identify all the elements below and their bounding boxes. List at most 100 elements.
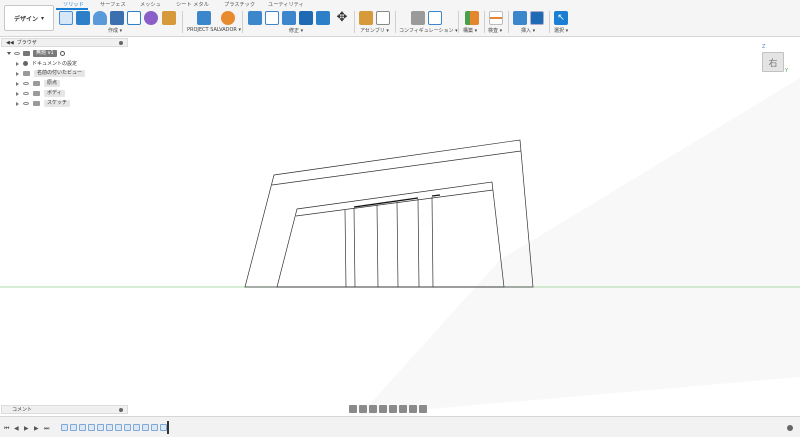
configure-menu[interactable]: コンフィギュレーション ▾ (399, 27, 458, 34)
expand-icon[interactable] (7, 52, 11, 55)
design-canvas[interactable] (0, 38, 800, 415)
panel-line (417, 198, 420, 288)
display-settings-icon[interactable] (399, 404, 407, 413)
viewports-icon[interactable] (419, 404, 427, 413)
toolbar: デザイン ▾ ソリッド サーフェス メッシュ シート メタル プラスチック ユー… (0, 0, 800, 37)
create-menu[interactable]: 作成 ▾ (108, 27, 122, 34)
browser-panel-header[interactable]: ◀◀ ブラウザ (1, 38, 128, 47)
shell-icon[interactable] (299, 11, 313, 25)
zoom-icon[interactable] (379, 404, 387, 413)
add-comment-icon[interactable] (119, 408, 123, 412)
grid-settings-icon[interactable] (409, 404, 417, 413)
expand-icon[interactable] (16, 61, 19, 66)
insert-derive-icon[interactable] (162, 11, 176, 25)
chamfer-icon[interactable] (282, 11, 296, 25)
fillet-icon[interactable] (265, 11, 279, 25)
pan-hand-icon[interactable] (369, 404, 377, 413)
orbit-icon[interactable] (349, 404, 357, 413)
tab-plastic[interactable]: プラスチック (224, 1, 255, 8)
insert-canvas-icon[interactable] (530, 11, 544, 25)
tab-utilities[interactable]: ユーティリティ (268, 1, 304, 8)
combine-icon[interactable] (316, 11, 330, 25)
extrude-icon[interactable] (76, 11, 90, 25)
sweep-icon[interactable] (110, 11, 124, 25)
visibility-eye-icon[interactable] (23, 81, 29, 86)
workspace-label: デザイン (13, 15, 38, 23)
fit-icon[interactable] (389, 404, 397, 413)
new-sketch-icon[interactable] (59, 11, 73, 25)
panel-line (353, 207, 356, 288)
tab-mesh[interactable]: メッシュ (140, 1, 161, 8)
timeline-feature[interactable] (115, 424, 122, 431)
modify-menu[interactable]: 修正 ▾ (289, 27, 303, 34)
move-icon[interactable]: ✥ (335, 11, 349, 25)
timeline-feature[interactable] (79, 424, 86, 431)
timeline-marker[interactable] (167, 421, 169, 434)
expand-icon[interactable] (16, 91, 19, 96)
timeline-feature[interactable] (70, 424, 77, 431)
timeline-feature[interactable] (142, 424, 149, 431)
tree-item-bodies[interactable]: ボディ (16, 89, 65, 98)
viewcube[interactable]: 右 (762, 52, 784, 72)
activate-radio-icon[interactable] (59, 51, 65, 56)
inspect-menu[interactable]: 検査 ▾ (488, 27, 502, 34)
project-salvador-menu[interactable]: PROJECT SALVADOR ▾ (187, 27, 241, 33)
folder-icon (23, 71, 30, 76)
press-pull-icon[interactable] (248, 11, 262, 25)
timeline-feature[interactable] (88, 424, 95, 431)
tree-item-sketches[interactable]: スケッチ (16, 99, 71, 108)
frame-top-edge (271, 150, 522, 186)
timeline-feature[interactable] (106, 424, 113, 431)
insert-menu[interactable]: 挿入 ▾ (521, 27, 535, 34)
go-to-end-icon[interactable]: ⏭ (44, 425, 49, 433)
collapse-icon[interactable]: ◀◀ (6, 40, 14, 46)
insert-derive-icon[interactable] (513, 11, 527, 25)
timeline-feature[interactable] (133, 424, 140, 431)
visibility-eye-icon[interactable] (23, 101, 29, 106)
step-forward-icon[interactable]: ▶ (34, 425, 39, 432)
go-to-start-icon[interactable]: ⏮ (4, 425, 9, 433)
generative-icon[interactable] (221, 11, 235, 25)
tab-solid[interactable]: ソリッド (63, 1, 84, 8)
offset-plane-icon[interactable] (465, 11, 479, 25)
joint-icon[interactable] (376, 11, 390, 25)
select-cursor-icon[interactable]: ↖ (554, 11, 568, 25)
expand-icon[interactable] (16, 71, 19, 76)
construct-menu[interactable]: 構築 ▾ (463, 27, 477, 34)
chevron-down-icon: ▾ (41, 14, 45, 22)
timeline-feature[interactable] (160, 424, 167, 431)
timeline-feature[interactable] (97, 424, 104, 431)
play-icon[interactable]: ▶ (24, 425, 29, 432)
configuration-table-icon[interactable] (428, 11, 442, 25)
step-back-icon[interactable]: ◀ (14, 425, 19, 432)
visibility-eye-icon[interactable] (14, 51, 20, 56)
expand-icon[interactable] (16, 81, 19, 86)
workspace-dropdown[interactable]: デザイン ▾ (4, 5, 54, 31)
form-icon[interactable] (144, 11, 158, 25)
look-at-icon[interactable] (359, 404, 367, 413)
assemble-menu[interactable]: アセンブリ ▾ (360, 27, 389, 34)
timeline-feature[interactable] (124, 424, 131, 431)
pin-icon[interactable] (119, 41, 123, 45)
tree-item-origin[interactable]: 原点 (16, 79, 61, 88)
tab-surface[interactable]: サーフェス (100, 1, 126, 8)
timeline-settings-gear-icon[interactable] (787, 425, 793, 431)
visibility-eye-icon[interactable] (23, 91, 29, 96)
comments-panel[interactable]: コメント (1, 405, 128, 414)
configuration-icon[interactable] (411, 11, 425, 25)
select-menu[interactable]: 選択 ▾ (554, 27, 568, 34)
tree-item-document-settings[interactable]: ドキュメントの設定 (16, 59, 77, 68)
timeline-feature[interactable] (61, 424, 68, 431)
project-salvador-icon[interactable] (197, 11, 211, 25)
tree-root[interactable]: 無題 v1 (7, 49, 65, 58)
loft-icon[interactable] (127, 11, 141, 25)
tab-sheet-metal[interactable]: シート メタル (176, 1, 209, 8)
root-component-label[interactable]: 無題 v1 (33, 50, 57, 57)
new-component-icon[interactable] (359, 11, 373, 25)
revolve-icon[interactable] (93, 11, 107, 25)
tree-item-named-views[interactable]: 名前の付いたビュー (16, 69, 86, 78)
frame-inner-edge (295, 189, 494, 217)
timeline-feature[interactable] (151, 424, 158, 431)
expand-icon[interactable] (16, 101, 19, 106)
measure-icon[interactable] (489, 11, 503, 25)
